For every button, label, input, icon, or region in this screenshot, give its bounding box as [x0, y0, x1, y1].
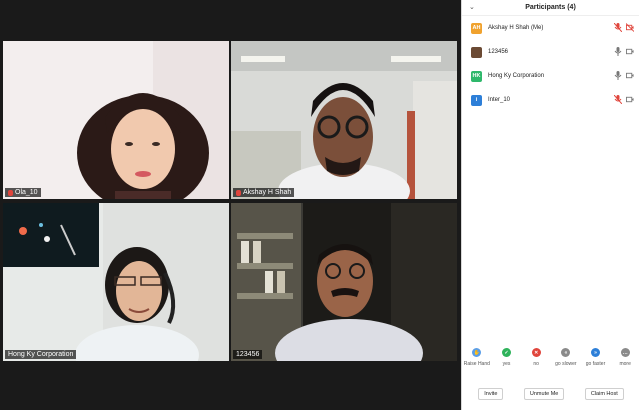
participant-status-icons [614, 23, 634, 32]
go-faster-button[interactable]: » go faster [581, 348, 611, 378]
reaction-label: yes [502, 361, 511, 367]
avatar: HK [471, 70, 482, 82]
video-tile-123456[interactable]: 123456 [231, 203, 457, 361]
tile-name-tag: Hong Ky Corporation [5, 350, 77, 359]
reaction-label: Raise Hand [463, 361, 490, 367]
participants-title: Participants (4) [525, 4, 576, 11]
avatar [471, 46, 482, 58]
participants-panel: ⌄ Participants (4) AH Akshay H Shah (Me)… [461, 0, 639, 410]
avatar: AH [471, 22, 482, 34]
reaction-label: go faster [585, 361, 606, 367]
reaction-label: more [619, 361, 631, 367]
video-camera-icon[interactable] [626, 71, 634, 80]
video-camera-icon[interactable] [626, 95, 634, 104]
nonverbal-feedback-bar: ✋ Raise Hand ✓ yes ✕ no « go slower » go… [462, 348, 639, 378]
participant-row[interactable]: 123456 [462, 40, 639, 64]
participant-status-icons [614, 71, 634, 80]
microphone-muted-icon [236, 189, 241, 196]
unmute-me-button[interactable]: Unmute Me [523, 388, 565, 400]
participant-row[interactable]: AH Akshay H Shah (Me) [462, 16, 639, 40]
microphone-muted-icon [8, 189, 13, 196]
participants-header: ⌄ Participants (4) [462, 0, 639, 16]
participant-video-akshay [231, 41, 457, 199]
video-tile-akshay[interactable]: Akshay H Shah [231, 41, 457, 199]
claim-host-button[interactable]: Claim Host [584, 388, 624, 400]
check-icon: ✓ [502, 348, 511, 357]
go-slower-button[interactable]: « go slower [551, 348, 581, 378]
tile-name-label: Ola_10 [15, 189, 38, 196]
rewind-icon: « [561, 348, 571, 357]
raise-hand-button[interactable]: ✋ Raise Hand [462, 348, 492, 378]
participant-name: Inter_10 [488, 97, 511, 103]
more-button[interactable]: … more [610, 348, 639, 378]
microphone-muted-icon[interactable] [614, 23, 622, 32]
video-tile-hong-ky[interactable]: Hong Ky Corporation [3, 203, 229, 361]
invite-button[interactable]: Invite [478, 388, 504, 400]
microphone-muted-icon[interactable] [614, 95, 622, 104]
no-button[interactable]: ✕ no [521, 348, 551, 378]
hand-icon: ✋ [472, 348, 482, 357]
tile-name-tag: Ola_10 [5, 188, 41, 197]
video-gallery: Ola_10 Akshay H Shah Hong Ky Corporation… [0, 0, 461, 410]
tile-name-label: 123456 [236, 351, 260, 358]
more-icon: … [620, 348, 630, 357]
participants-footer: Invite Unmute Me Claim Host [462, 384, 639, 404]
participant-status-icons [614, 95, 634, 104]
x-icon: ✕ [531, 348, 541, 357]
video-off-icon[interactable] [626, 23, 634, 32]
tile-name-tag: Akshay H Shah [233, 188, 295, 197]
participant-row[interactable]: HK Hong Ky Corporation [462, 64, 639, 88]
fast-forward-icon: » [591, 348, 601, 357]
chevron-down-icon[interactable]: ⌄ [469, 3, 475, 11]
participant-name: Hong Ky Corporation [488, 73, 545, 79]
microphone-icon[interactable] [614, 47, 622, 56]
participant-name: Akshay H Shah (Me) [488, 25, 544, 31]
microphone-icon[interactable] [614, 71, 622, 80]
reaction-label: go slower [555, 361, 577, 367]
participant-name: 123456 [488, 49, 509, 55]
tile-name-tag: 123456 [233, 350, 263, 359]
participant-video-ola [3, 41, 229, 199]
video-camera-icon[interactable] [626, 47, 634, 56]
participant-video-hong-ky [3, 203, 229, 361]
avatar: i [471, 94, 482, 106]
tile-name-label: Hong Ky Corporation [8, 351, 74, 358]
yes-button[interactable]: ✓ yes [492, 348, 522, 378]
zoom-meeting-window: Ola_10 Akshay H Shah Hong Ky Corporation… [0, 0, 639, 410]
video-tile-ola[interactable]: Ola_10 [3, 41, 229, 199]
tile-name-label: Akshay H Shah [243, 189, 292, 196]
participant-status-icons [614, 47, 634, 56]
participant-row[interactable]: i Inter_10 [462, 88, 639, 112]
participant-video-123456 [231, 203, 457, 361]
reaction-label: no [533, 361, 539, 367]
